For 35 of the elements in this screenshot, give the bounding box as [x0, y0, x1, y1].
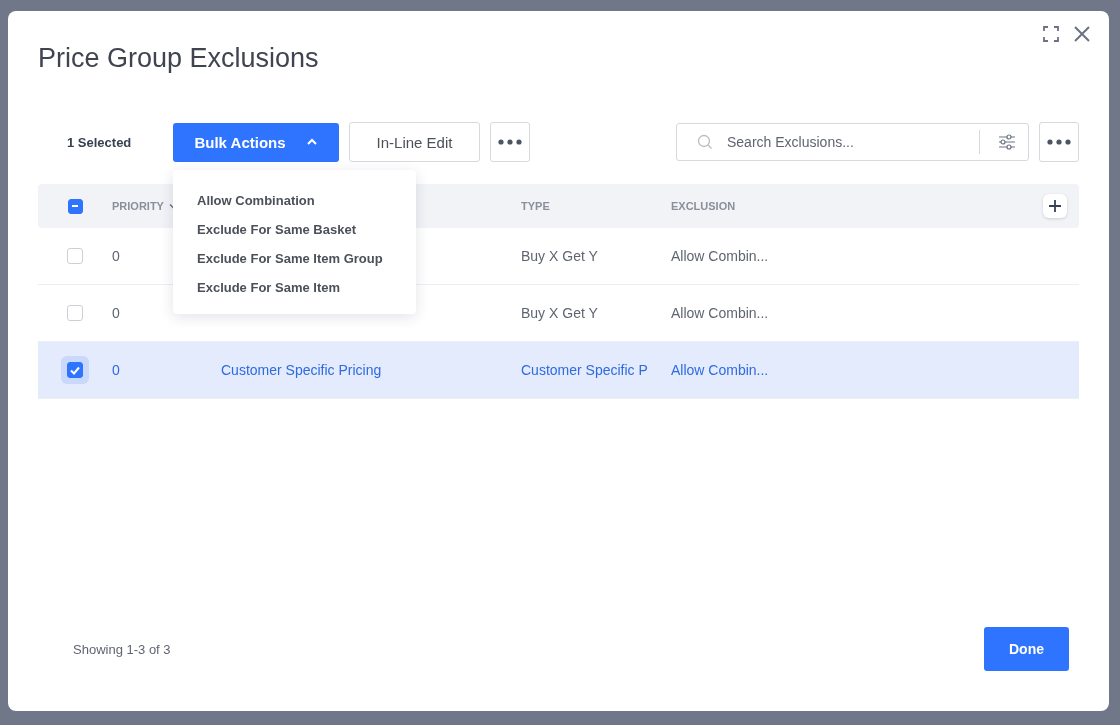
close-icon[interactable]: [1073, 25, 1091, 43]
filter-icon[interactable]: [998, 134, 1016, 150]
table-cell: Allow Combin...: [671, 248, 769, 264]
table-cell: 0: [112, 248, 120, 264]
expand-icon[interactable]: [1043, 26, 1059, 42]
bulk-actions-button[interactable]: Bulk Actions: [173, 122, 339, 162]
more-icon: [498, 139, 522, 145]
pagination-summary: Showing 1-3 of 3: [73, 641, 171, 657]
table-cell: Customer Specific Pricing: [221, 362, 382, 378]
search-bar[interactable]: Search Exclusions...: [676, 123, 1029, 161]
more-button[interactable]: [490, 122, 530, 162]
plus-icon: [1049, 200, 1061, 212]
caret-icon: [305, 138, 318, 146]
selection-count: 1 Selected: [66, 134, 133, 150]
select-all-checkbox[interactable]: [67, 198, 83, 214]
check-icon: [69, 364, 81, 376]
table-cell: 0: [112, 362, 120, 378]
menu-item[interactable]: Exclude For Same Basket: [197, 214, 416, 244]
table-cell: Allow Combin...: [671, 362, 769, 378]
inline-edit-button[interactable]: In-Line Edit: [349, 122, 480, 162]
more-icon: [1047, 139, 1071, 145]
table-cell: Allow Combin...: [671, 305, 769, 321]
search-icon: [697, 134, 713, 150]
more-button[interactable]: [1039, 122, 1079, 162]
add-column-button[interactable]: [1043, 194, 1067, 218]
menu-item[interactable]: Allow Combination: [197, 185, 416, 215]
table-cell: 0: [112, 305, 120, 321]
table-cell: Customer Specific P: [521, 362, 648, 378]
table-cell: Buy X Get Y: [521, 248, 598, 264]
menu-item[interactable]: Exclude For Same Item: [197, 272, 416, 302]
done-button[interactable]: Done: [984, 627, 1069, 671]
table-cell: Buy X Get Y: [521, 305, 598, 321]
row-checkbox[interactable]: [67, 362, 83, 378]
menu-item[interactable]: Exclude For Same Item Group: [197, 243, 416, 273]
dialog-title: Price Group Exclusions: [38, 43, 320, 74]
